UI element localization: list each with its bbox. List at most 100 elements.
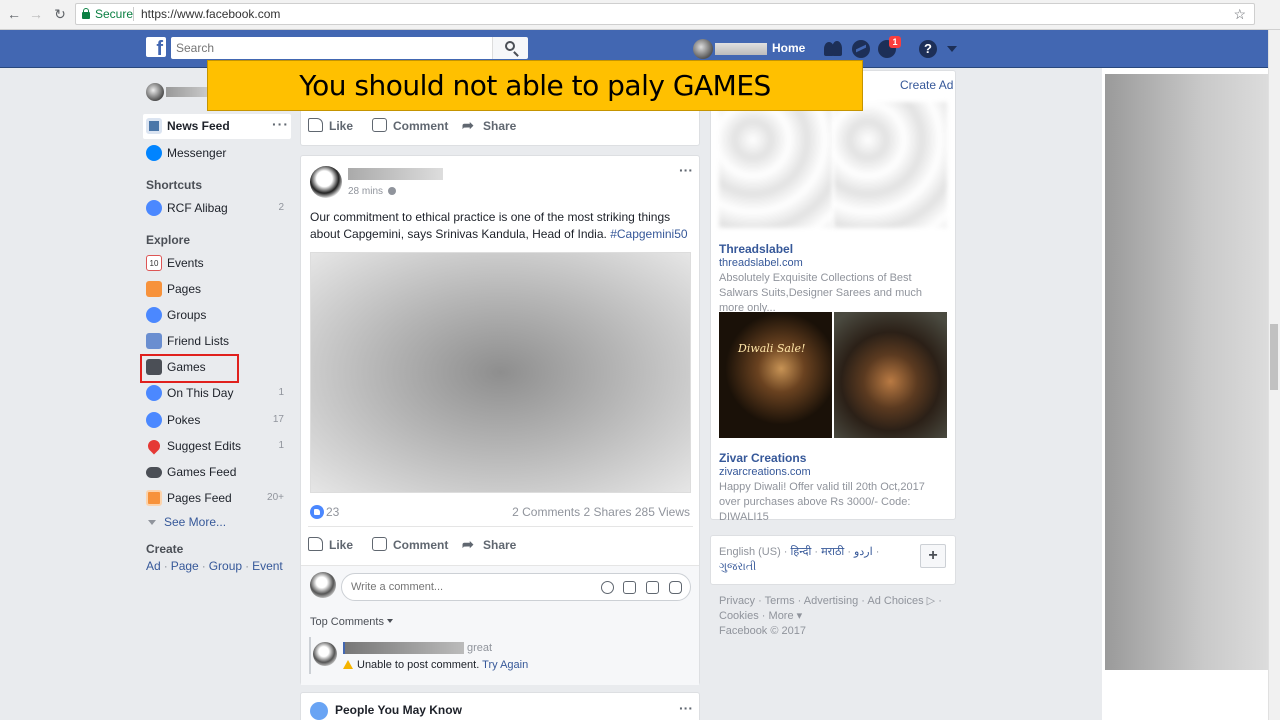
create-ad-link[interactable]: Create Ad <box>900 78 953 92</box>
search-button[interactable] <box>492 37 528 59</box>
like-button[interactable]: Like <box>308 535 353 555</box>
share-button[interactable]: Share <box>462 115 516 136</box>
ad-title[interactable]: Threadslabel <box>719 242 793 256</box>
sticker-icon[interactable] <box>669 581 682 594</box>
create-group-link[interactable]: Group <box>209 559 242 573</box>
camera-icon[interactable] <box>623 581 636 594</box>
facebook-logo[interactable]: f <box>146 37 166 57</box>
sidebar-item-label: Pages <box>167 282 202 296</box>
pymk-options-icon[interactable]: ··· <box>679 701 693 715</box>
messenger-icon[interactable] <box>852 40 870 58</box>
sidebar-item-messenger[interactable]: Messenger <box>146 144 291 164</box>
search-input[interactable] <box>171 37 493 59</box>
post-author-avatar[interactable] <box>310 166 342 198</box>
ad-necklace-image[interactable] <box>719 312 832 438</box>
create-ad-link[interactable]: Ad <box>146 559 161 573</box>
secure-indicator[interactable]: Secure <box>82 4 133 24</box>
footer-link[interactable]: Ad Choices <box>867 595 923 607</box>
sidebar-item-pages-feed[interactable]: Pages Feed 20+ <box>146 489 291 509</box>
sidebar-item-label: Pokes <box>167 413 201 427</box>
people-you-may-know-title[interactable]: People You May Know <box>335 703 462 717</box>
account-menu-caret-icon[interactable] <box>947 46 957 52</box>
create-event-link[interactable]: Event <box>252 559 283 573</box>
footer-link[interactable]: Cookies <box>719 610 759 622</box>
home-link[interactable]: Home <box>772 41 805 55</box>
sidebar-item-games-feed[interactable]: Games Feed <box>146 463 291 483</box>
bookmark-star-icon[interactable]: ☆ <box>1233 4 1246 24</box>
sidebar-item-events[interactable]: 10 Events <box>146 254 291 274</box>
language-list: English (US) · हिन्दी · मराठी · اردو · ગ… <box>719 546 880 573</box>
news-feed-more-icon[interactable]: ··· <box>272 117 289 131</box>
url-text[interactable]: https://www.facebook.com <box>141 4 280 24</box>
ad-image-redacted[interactable] <box>834 102 947 228</box>
sidebar-item-groups[interactable]: Groups <box>146 306 291 326</box>
hashtag-link[interactable]: #Capgemini50 <box>610 227 687 241</box>
ad-image-redacted[interactable] <box>719 102 832 228</box>
ad-url[interactable]: zivarcreations.com <box>719 466 811 478</box>
profile-avatar[interactable] <box>693 39 713 59</box>
post-options-icon[interactable]: ··· <box>679 163 693 177</box>
add-language-button[interactable]: + <box>920 544 946 568</box>
ad-url[interactable]: threadslabel.com <box>719 257 803 269</box>
pages-feed-icon <box>146 490 162 506</box>
create-page-link[interactable]: Page <box>171 559 199 573</box>
language-link[interactable]: ગુજરાતી <box>719 561 756 573</box>
calendar-icon: 10 <box>146 255 162 271</box>
footer-link[interactable]: Terms <box>765 595 795 607</box>
sidebar-avatar[interactable] <box>146 83 164 101</box>
ad-title[interactable]: Zivar Creations <box>719 451 806 465</box>
like-button[interactable]: Like <box>308 116 353 136</box>
emoji-icon[interactable] <box>601 581 614 594</box>
ad-necklace-image[interactable] <box>834 312 947 438</box>
sidebar-item-on-this-day[interactable]: On This Day 1 <box>146 384 291 404</box>
sidebar-item-count: 2 <box>278 202 284 213</box>
reaction-summary[interactable]: 23 <box>310 505 339 519</box>
help-icon[interactable]: ? <box>919 40 937 58</box>
footer-links: Privacy · Terms · Advertising · Ad Choic… <box>719 595 942 637</box>
post-timestamp[interactable]: 28 mins <box>348 186 397 197</box>
language-link[interactable]: اردو <box>854 546 873 558</box>
sidebar-item-friend-lists[interactable]: Friend Lists <box>146 332 291 352</box>
address-bar[interactable]: Secure https://www.facebook.com ☆ <box>75 3 1255 25</box>
reload-icon[interactable]: ↻ <box>50 4 70 24</box>
sidebar-item-pages[interactable]: Pages <box>146 280 291 300</box>
reply-avatar[interactable] <box>313 642 337 666</box>
gif-icon[interactable] <box>646 581 659 594</box>
comment-button[interactable]: Comment <box>372 116 448 136</box>
people-icon <box>310 702 328 720</box>
friend-list-icon <box>146 333 162 349</box>
scrollbar-thumb[interactable] <box>1270 324 1278 390</box>
friend-requests-icon[interactable] <box>822 39 842 59</box>
share-icon <box>462 115 477 135</box>
footer-link[interactable]: Privacy <box>719 595 755 607</box>
comment-button[interactable]: Comment <box>372 535 448 555</box>
footer-link[interactable]: Advertising <box>804 595 858 607</box>
sidebar-item-label: Games Feed <box>167 465 237 479</box>
forward-icon[interactable]: → <box>26 4 46 24</box>
sidebar-item-count: 1 <box>278 440 284 451</box>
sidebar-item-pokes[interactable]: Pokes 17 <box>146 411 291 431</box>
sidebar-item-suggest-edits[interactable]: Suggest Edits 1 <box>145 437 291 457</box>
like-label: Like <box>329 538 354 552</box>
commenter-avatar[interactable] <box>310 572 336 598</box>
comments-count-link[interactable]: 2 Comments <box>512 505 580 519</box>
try-again-link[interactable]: Try Again <box>482 659 528 671</box>
share-button[interactable]: Share <box>462 534 516 555</box>
sidebar-item-news-feed[interactable]: News Feed <box>146 117 291 137</box>
see-more-link[interactable]: See More... <box>148 515 226 529</box>
profile-name-redacted[interactable] <box>715 43 767 55</box>
language-link[interactable]: हिन्दी <box>791 546 812 558</box>
top-comments-toggle[interactable]: Top Comments <box>310 616 393 628</box>
sidebar-item-rcf-alibag[interactable]: RCF Alibag 2 <box>146 199 291 219</box>
warning-icon <box>343 660 353 669</box>
globe-icon <box>388 187 397 195</box>
language-link[interactable]: मराठी <box>821 546 844 558</box>
footer-link[interactable]: More <box>769 610 794 622</box>
comment-input[interactable] <box>341 573 691 601</box>
back-icon[interactable]: ← <box>4 4 24 24</box>
sidebar-profile-name-redacted[interactable] <box>166 87 210 97</box>
shares-count-link[interactable]: 2 Shares <box>583 505 631 519</box>
post-image-redacted[interactable] <box>310 252 691 493</box>
post-author-name-redacted[interactable] <box>348 168 443 180</box>
separator-dot: · <box>245 559 250 573</box>
